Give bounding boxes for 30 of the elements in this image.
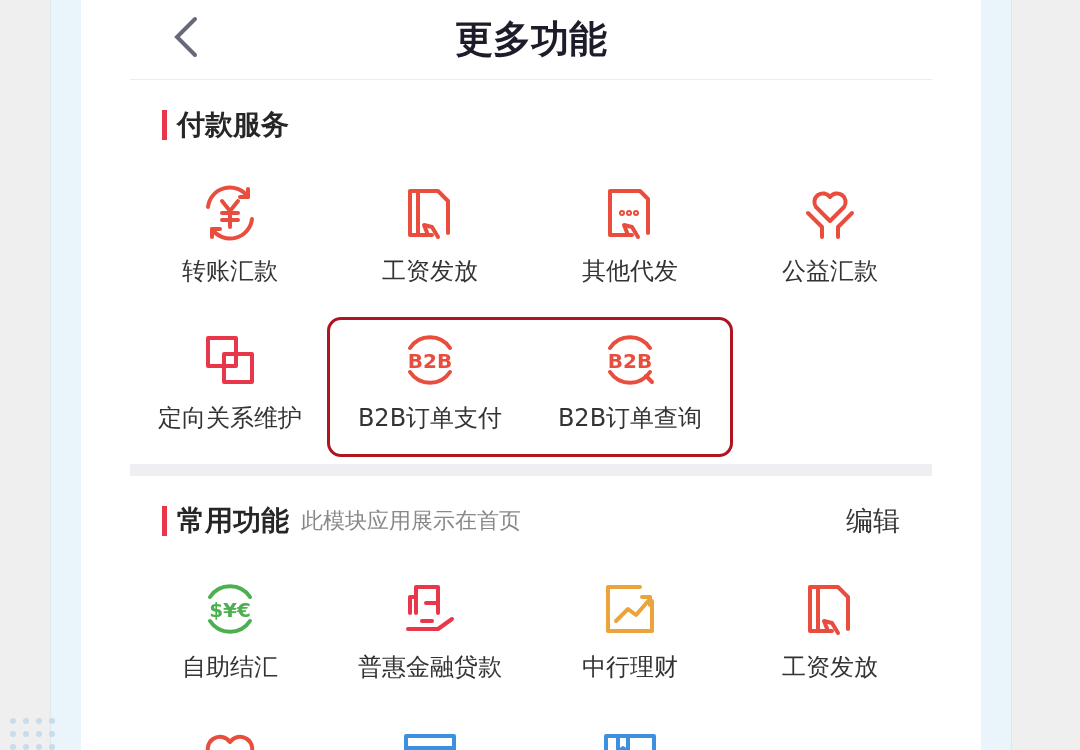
section-title: 付款服务 <box>177 107 289 143</box>
feature-item[interactable]: B2B B2B订单查询 <box>530 320 730 450</box>
feature-label: 自助结汇 <box>182 652 278 683</box>
feature-item[interactable]: B2B B2B订单支付 <box>330 320 530 450</box>
feature-label: B2B订单支付 <box>357 403 503 434</box>
section-marker <box>162 110 167 140</box>
feature-item[interactable]: 普惠金融贷款 <box>330 569 530 699</box>
feature-item[interactable]: 中行理财 <box>530 569 730 699</box>
section-marker <box>162 506 167 536</box>
feature-label: 其他代发 <box>582 256 678 287</box>
page-title: 更多功能 <box>455 16 607 63</box>
feature-item[interactable]: 工资发放 <box>330 173 530 303</box>
feature-label: B2B订单查询 <box>557 403 703 434</box>
feature-label: 工资发放 <box>782 652 878 683</box>
edit-button[interactable]: 编辑 <box>846 503 900 539</box>
feature-item[interactable]: $¥€ 自助结汇 <box>130 569 330 699</box>
feature-label: 转账汇款 <box>182 256 278 287</box>
feature-item[interactable]: 其他代发 <box>530 173 730 303</box>
feature-item[interactable]: 转账汇款 <box>130 173 330 303</box>
feature-label: 定向关系维护 <box>158 403 302 434</box>
section-subtitle: 此模块应用展示在首页 <box>301 507 522 535</box>
feature-item[interactable]: 公益汇款 <box>730 173 930 303</box>
feature-label: 工资发放 <box>382 256 478 287</box>
feature-item[interactable]: 定向关系维护 <box>130 320 330 450</box>
feature-label: 普惠金融贷款 <box>358 652 502 683</box>
dots-decoration <box>8 716 58 750</box>
section-title: 常用功能 <box>177 503 289 539</box>
feature-label: 公益汇款 <box>782 256 878 287</box>
feature-label: 中行理财 <box>582 652 678 683</box>
feature-item[interactable]: 工资发放 <box>730 569 930 699</box>
